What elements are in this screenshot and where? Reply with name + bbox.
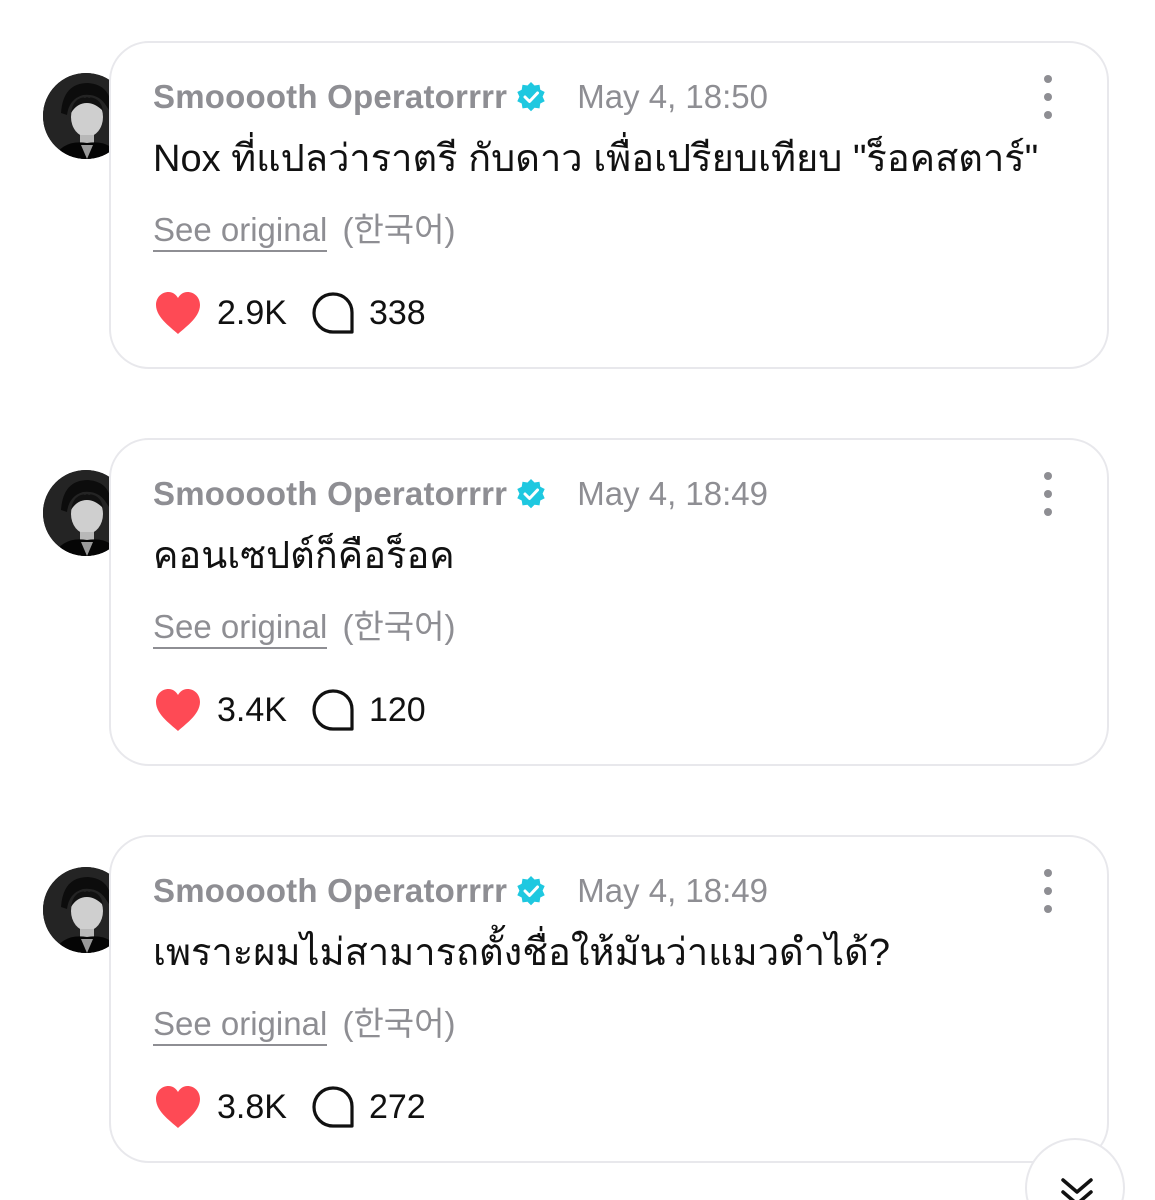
original-language-label: (한국어) <box>342 1005 456 1042</box>
reply-count: 272 <box>368 1087 426 1126</box>
see-original-link[interactable]: See original <box>153 1005 328 1046</box>
translation-row: See original (한국어) <box>153 203 456 252</box>
more-vertical-icon[interactable] <box>1033 869 1063 913</box>
like-count: 3.8K <box>217 1087 287 1126</box>
post-card[interactable]: Smooooth Operatorrrr May 4, 18:49 คอนเซป… <box>109 438 1109 766</box>
like-count: 2.9K <box>217 293 287 332</box>
verified-badge-icon <box>515 478 547 510</box>
reply-count: 338 <box>368 293 426 332</box>
original-language-label: (한국어) <box>342 211 456 248</box>
post-header: Smooooth Operatorrrr May 4, 18:49 <box>153 867 768 915</box>
post-text: เพราะผมไม่สามารถตั้งชื่อให้มันว่าแมวดำได… <box>153 932 890 974</box>
like-count: 3.4K <box>217 690 287 729</box>
post-item: Smooooth Operatorrrr May 4, 18:50 Nox ที… <box>0 41 1155 371</box>
post-card[interactable]: Smooooth Operatorrrr May 4, 18:49 เพราะผ… <box>109 835 1109 1163</box>
post-timestamp: May 4, 18:49 <box>577 475 768 512</box>
original-language-label: (한국어) <box>342 608 456 645</box>
post-header: Smooooth Operatorrrr May 4, 18:49 <box>153 470 768 518</box>
chevron-double-down-icon <box>1061 1178 1093 1200</box>
verified-badge-icon <box>515 875 547 907</box>
reply-count: 120 <box>368 690 426 729</box>
author-name[interactable]: Smooooth Operatorrrr <box>153 78 507 116</box>
speech-bubble-icon <box>312 689 354 731</box>
post-text: Nox ที่แปลว่าราตรี กับดาว เพื่อเปรียบเที… <box>153 138 1039 180</box>
post-item: Smooooth Operatorrrr May 4, 18:49 คอนเซป… <box>0 438 1155 768</box>
translation-row: See original (한국어) <box>153 997 456 1046</box>
post-header: Smooooth Operatorrrr May 4, 18:50 <box>153 73 768 121</box>
heart-icon <box>156 689 200 731</box>
more-vertical-icon[interactable] <box>1033 472 1063 516</box>
reply-button[interactable]: 272 <box>311 1085 426 1129</box>
post-actions: 3.8K 272 <box>153 1082 426 1132</box>
like-button[interactable]: 3.8K <box>153 1084 287 1130</box>
see-original-link[interactable]: See original <box>153 211 328 252</box>
author-name[interactable]: Smooooth Operatorrrr <box>153 872 507 910</box>
more-vertical-icon[interactable] <box>1033 75 1063 119</box>
like-button[interactable]: 2.9K <box>153 290 287 336</box>
verified-badge-icon <box>515 81 547 113</box>
translation-row: See original (한국어) <box>153 600 456 649</box>
heart-icon <box>156 292 200 334</box>
post-text: คอนเซปต์ก็คือร็อค <box>153 535 455 577</box>
author-name[interactable]: Smooooth Operatorrrr <box>153 475 507 513</box>
speech-bubble-icon <box>312 1086 354 1128</box>
speech-bubble-icon <box>312 292 354 334</box>
like-button[interactable]: 3.4K <box>153 687 287 733</box>
post-feed: Smooooth Operatorrrr May 4, 18:50 Nox ที… <box>0 0 1155 1200</box>
post-timestamp: May 4, 18:50 <box>577 78 768 115</box>
heart-icon <box>156 1086 200 1128</box>
see-original-link[interactable]: See original <box>153 608 328 649</box>
reply-button[interactable]: 338 <box>311 291 426 335</box>
reply-button[interactable]: 120 <box>311 688 426 732</box>
post-item: Smooooth Operatorrrr May 4, 18:49 เพราะผ… <box>0 835 1155 1165</box>
post-actions: 3.4K 120 <box>153 685 426 735</box>
post-card[interactable]: Smooooth Operatorrrr May 4, 18:50 Nox ที… <box>109 41 1109 369</box>
post-timestamp: May 4, 18:49 <box>577 872 768 909</box>
post-actions: 2.9K 338 <box>153 288 426 338</box>
